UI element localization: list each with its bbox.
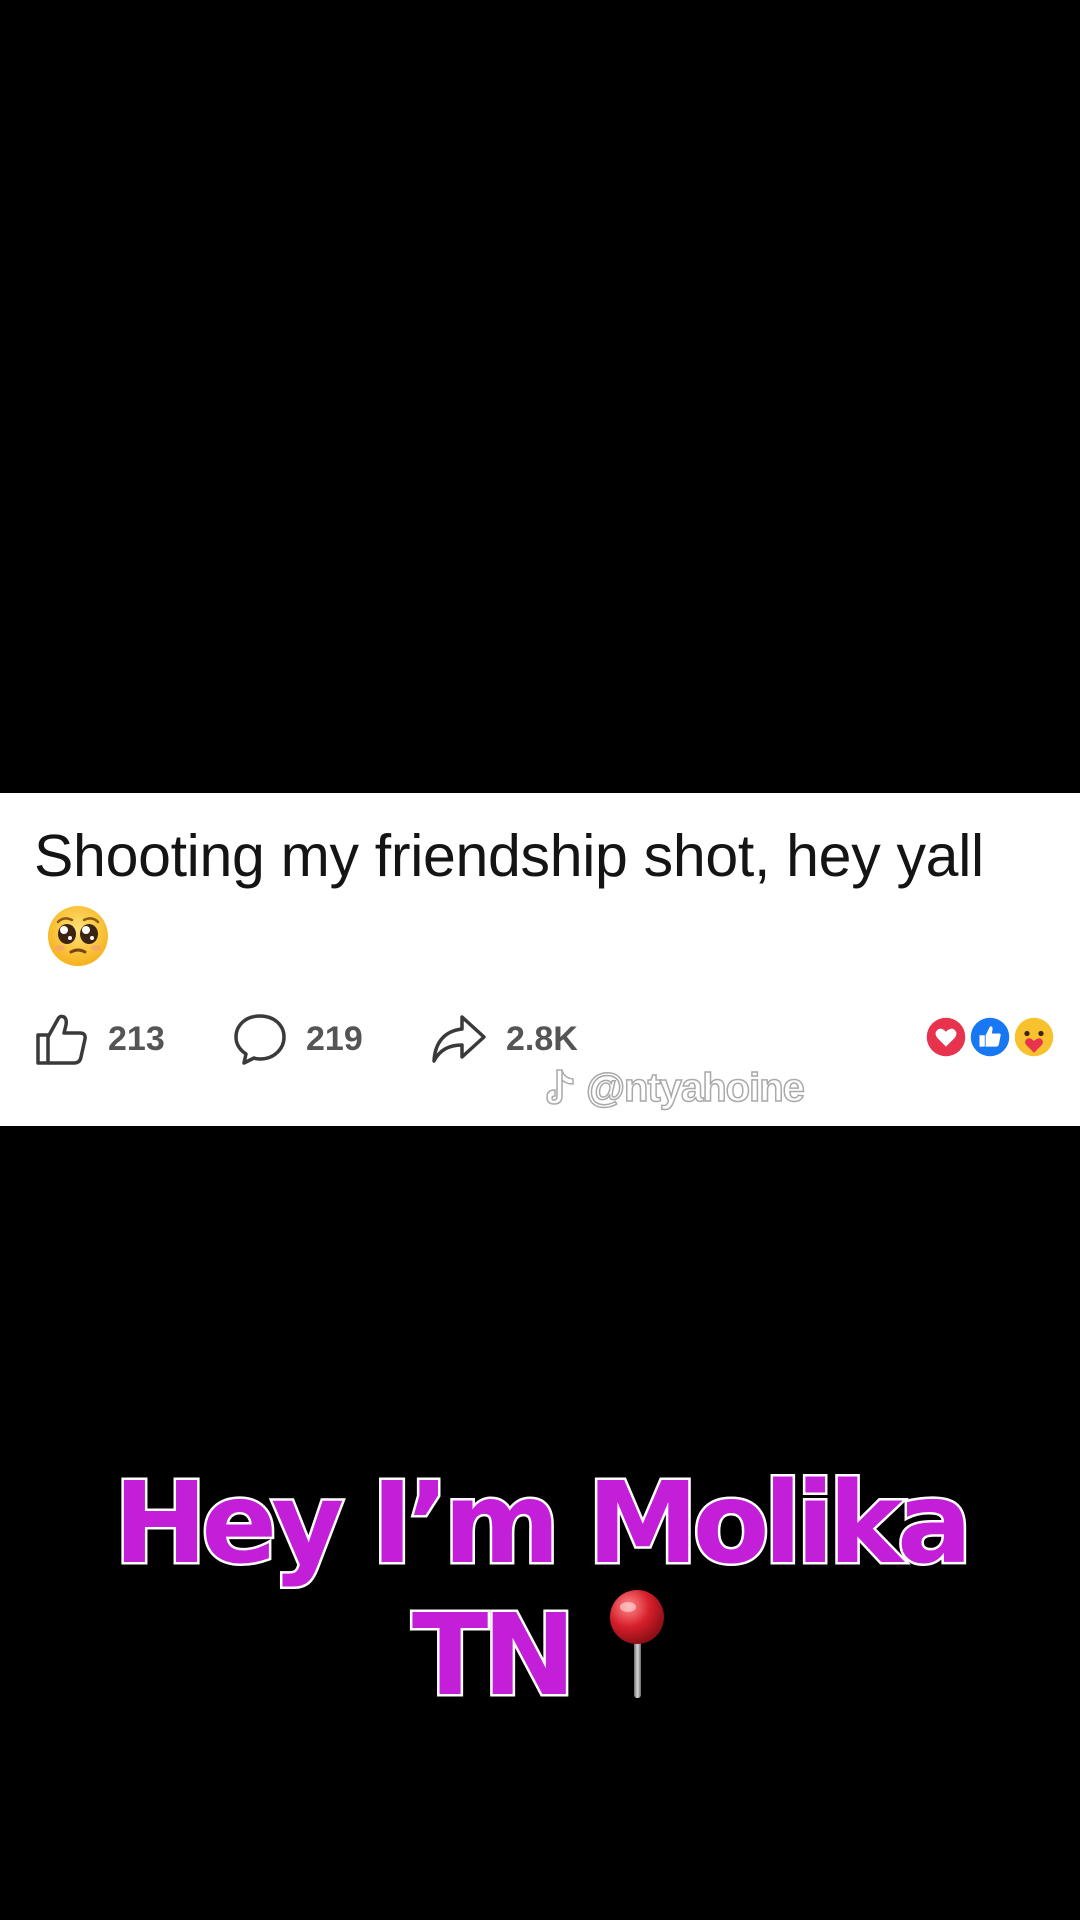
- video-caption: Hey I’m Molika TN: [0, 1458, 1080, 1723]
- share-button[interactable]: 2.8K: [430, 1009, 578, 1069]
- care-reaction-icon: [1010, 1013, 1058, 1061]
- post-text-block: Shooting my friendship shot, hey yall: [34, 815, 1054, 979]
- like-button[interactable]: 213: [34, 1009, 165, 1069]
- post-card: Shooting my friendship shot, hey yall 21…: [0, 793, 1080, 1126]
- like-count: 213: [108, 1019, 165, 1058]
- round-pushpin-icon: [610, 1590, 665, 1698]
- watermark-handle: @ntyahoine: [585, 1065, 805, 1111]
- caption-line-2: TN: [409, 1590, 578, 1723]
- tiktok-watermark: @ntyahoine: [542, 1063, 806, 1113]
- tiktok-logo-icon: [546, 1069, 574, 1105]
- caption-line-1: Hey I’m Molika: [111, 1458, 975, 1591]
- post-actions-bar: 213 219 2.8K: [34, 1009, 1058, 1069]
- comment-count: 219: [306, 1019, 363, 1058]
- love-reaction-icon: [922, 1013, 970, 1061]
- comment-button[interactable]: 219: [232, 1009, 363, 1069]
- pleading-face-icon: [48, 906, 108, 966]
- comment-bubble-icon: [234, 1014, 286, 1065]
- caption-line-2-row: TN: [0, 1588, 1080, 1723]
- post-text: Shooting my friendship shot, hey yall: [34, 823, 984, 889]
- share-count: 2.8K: [506, 1019, 578, 1058]
- reactions-summary[interactable]: [922, 1013, 1058, 1065]
- thumbs-up-icon: [36, 1014, 87, 1065]
- share-arrow-icon: [432, 1015, 486, 1063]
- like-reaction-icon: [966, 1013, 1014, 1061]
